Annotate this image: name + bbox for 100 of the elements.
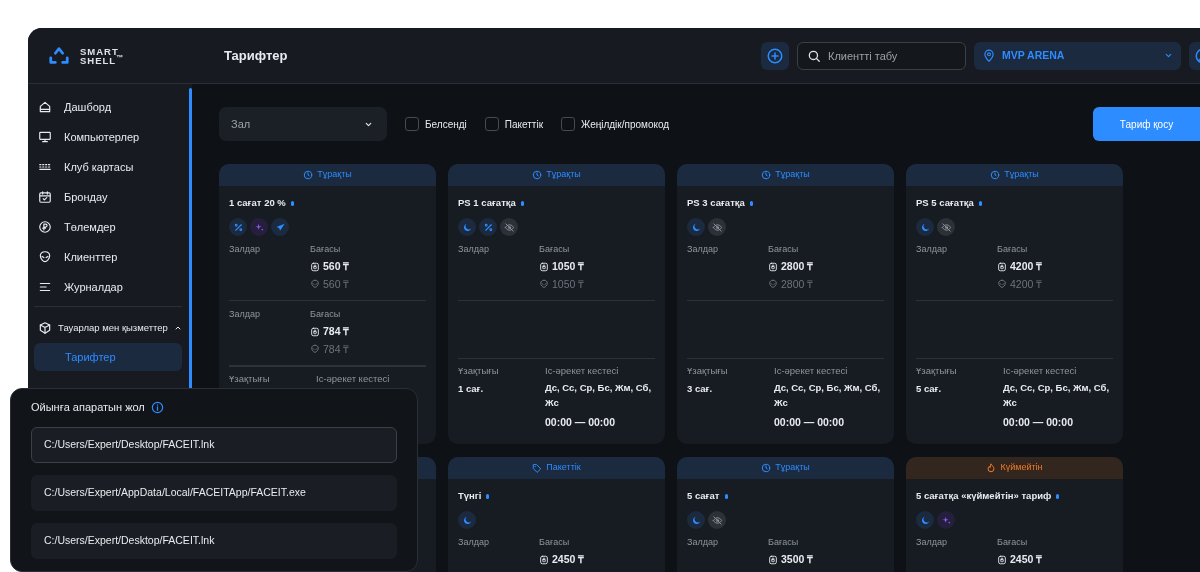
price: 784 ₸ bbox=[323, 341, 350, 357]
eye-slash-icon bbox=[940, 221, 952, 233]
eye-slash-icon bbox=[503, 221, 515, 233]
sidebar-item[interactable]: Дашборд bbox=[34, 92, 182, 122]
duration-label: Ұзақтығы bbox=[916, 364, 958, 378]
tariff-title: PS 5 сағатқа bbox=[916, 196, 974, 210]
locker-icon bbox=[997, 261, 1007, 272]
duration: 3 сағ. bbox=[687, 382, 714, 397]
eye-slash-icon bbox=[711, 221, 723, 233]
schedule-days: Дс, Сс, Ср, Бс, Жм, Сб, Жс bbox=[774, 381, 884, 410]
price-label: Бағасы bbox=[768, 536, 800, 550]
locker-icon bbox=[539, 261, 549, 272]
plus-icon bbox=[766, 46, 784, 65]
duration: 5 сағ. bbox=[916, 382, 943, 397]
popup-title: Ойынға апаратын жол bbox=[31, 400, 145, 415]
halls-label: Залдар bbox=[687, 243, 719, 257]
tariff-title: 1 сағат 20 % bbox=[229, 196, 286, 210]
checkbox[interactable] bbox=[405, 117, 419, 131]
card-header-label: Тұрақты bbox=[1004, 168, 1039, 182]
tariff-card[interactable]: Тұрақты PS 1 сағатқа Залдар Бағасы 1050 ₸ 1050 ₸ Ұзақтығы 1 сағ. Іс-әрекет кестесі Дс, Сс, Ср, Бс, Жм, Сб, Жс 00:00 — 00:00 bbox=[448, 164, 665, 444]
price: 3500 ₸ bbox=[781, 551, 814, 567]
schedule-label: Іс-әрекет кестесі bbox=[1003, 364, 1078, 378]
search-field[interactable]: Клиентті табу bbox=[797, 41, 966, 70]
add-button[interactable] bbox=[761, 41, 789, 70]
clock-icon bbox=[532, 170, 543, 180]
checkbox[interactable] bbox=[484, 117, 499, 131]
location-pin-icon bbox=[982, 48, 996, 63]
price: 4200 ₸ bbox=[1010, 276, 1043, 292]
path-option[interactable]: C:/Users/Expert/Desktop/FACEIT.lnk bbox=[31, 426, 397, 463]
sidebar-subitem[interactable]: Тарифтер bbox=[34, 343, 182, 371]
calendar-icon bbox=[38, 190, 52, 204]
moon-icon bbox=[461, 221, 473, 233]
locker-icon bbox=[310, 261, 320, 272]
path-option[interactable]: C:/Users/Expert/Desktop/FACEIT.lnk bbox=[31, 522, 397, 559]
price: 784 ₸ bbox=[323, 323, 350, 339]
duration-label: Ұзақтығы bbox=[458, 364, 500, 378]
card-header-label: Тұрақты bbox=[775, 168, 810, 182]
price: 2450 ₸ bbox=[552, 551, 585, 567]
schedule-label: Іс-әрекет кестесі bbox=[545, 364, 620, 378]
club-select[interactable]: MVP ARENA bbox=[974, 41, 1181, 70]
sidebar-item[interactable]: Клиенттер bbox=[34, 242, 182, 272]
tag-icon bbox=[532, 463, 543, 473]
sidebar-item[interactable]: Журналдар bbox=[34, 272, 182, 302]
sidebar-item[interactable]: Компьютерлер bbox=[34, 122, 182, 152]
price: 560 ₸ bbox=[323, 276, 350, 292]
tariff-card[interactable]: Тұрақты 5 сағат Залдар Бағасы 3500 ₸ bbox=[677, 457, 894, 572]
halls-label: Залдар bbox=[458, 243, 490, 257]
locker-icon bbox=[768, 554, 778, 565]
card-header-label: Тұрақты bbox=[317, 168, 352, 182]
halls-label: Залдар bbox=[229, 308, 261, 322]
locker-icon bbox=[997, 554, 1007, 565]
clock-icon bbox=[303, 170, 314, 180]
price: 1050 ₸ bbox=[552, 258, 585, 274]
halls-label: Залдар bbox=[458, 536, 490, 550]
alien-head-icon bbox=[310, 344, 320, 355]
alien-head-icon bbox=[310, 279, 320, 290]
schedule-days: Дс, Сс, Ср, Бс, Жм, Сб, Жс bbox=[545, 381, 655, 410]
percent-icon bbox=[232, 221, 244, 233]
clock-icon bbox=[761, 170, 772, 180]
schedule-label: Іс-әрекет кестесі bbox=[316, 372, 391, 387]
price: 4200 ₸ bbox=[1010, 258, 1043, 274]
coin-icon bbox=[38, 220, 52, 234]
alien-head-icon bbox=[38, 250, 52, 264]
path-option[interactable]: C:/Users/Expert/AppData/Local/FACEITApp/FACEIT.exe bbox=[31, 474, 397, 511]
schedule-time: 00:00 — 00:00 bbox=[545, 414, 617, 430]
alien-head-icon bbox=[768, 279, 778, 290]
lines-icon bbox=[38, 280, 52, 294]
logo-icon bbox=[46, 44, 72, 67]
chevron-up-icon bbox=[173, 324, 182, 332]
percent-icon bbox=[482, 221, 494, 233]
price: 2800 ₸ bbox=[781, 276, 814, 292]
moon-icon bbox=[690, 514, 702, 526]
schedule-days: Дс, Сс, Ср, Бс, Жм, Сб, Жс bbox=[1003, 381, 1113, 410]
halls-label: Залдар bbox=[229, 243, 261, 257]
moon-icon bbox=[461, 514, 473, 526]
halls-label: Залдар bbox=[687, 536, 719, 550]
checkbox[interactable] bbox=[561, 117, 575, 131]
box-icon bbox=[38, 321, 52, 335]
tariff-title: 5 сағат bbox=[687, 489, 720, 503]
checkbox-label: Белсенді bbox=[425, 117, 467, 132]
tariff-card[interactable]: Пакеттік Түнгі Залдар Бағасы 2450 ₸ bbox=[448, 457, 665, 572]
locker-icon bbox=[310, 326, 320, 337]
hall-select[interactable]: Зал bbox=[219, 107, 387, 141]
price-label: Бағасы bbox=[310, 308, 342, 322]
sidebar-group[interactable]: Тауарлар мен қызметтер bbox=[34, 317, 182, 339]
duration-label: Ұзақтығы bbox=[229, 372, 271, 387]
duration: 1 сағ. bbox=[458, 382, 485, 397]
tariff-card[interactable]: Тұрақты PS 3 сағатқа Залдар Бағасы 2800 ₸ 2800 ₸ Ұзақтығы 3 сағ. Іс-әрекет кестесі Дс, Сс, Ср, Бс, Жм, Сб, Жс 00:00 — 00:00 bbox=[677, 164, 894, 444]
halls-label: Залдар bbox=[916, 536, 948, 550]
price-label: Бағасы bbox=[539, 536, 571, 550]
sidebar-item[interactable]: Клуб картасы bbox=[34, 152, 182, 182]
eye-slash-icon bbox=[711, 514, 723, 526]
tariff-card[interactable]: Күймейтін 5 сағатқа «күймейтін» тариф Залдар Бағасы 2450 ₸ bbox=[906, 457, 1123, 572]
checkbox-label: Пакеттік bbox=[504, 117, 543, 132]
price-label: Бағасы bbox=[768, 243, 800, 257]
moon-icon bbox=[919, 221, 931, 233]
sidebar-item[interactable]: Брондау bbox=[34, 182, 182, 212]
tariff-card[interactable]: Тұрақты PS 5 сағатқа Залдар Бағасы 4200 ₸ 4200 ₸ Ұзақтығы 5 сағ. Іс-әрекет кестесі Дс, Сс, Ср, Бс, Жм, Сб, Жс 00:00 — 00:00 bbox=[906, 164, 1123, 444]
sidebar-item[interactable]: Төлемдер bbox=[34, 212, 182, 242]
price-label: Бағасы bbox=[997, 536, 1029, 550]
